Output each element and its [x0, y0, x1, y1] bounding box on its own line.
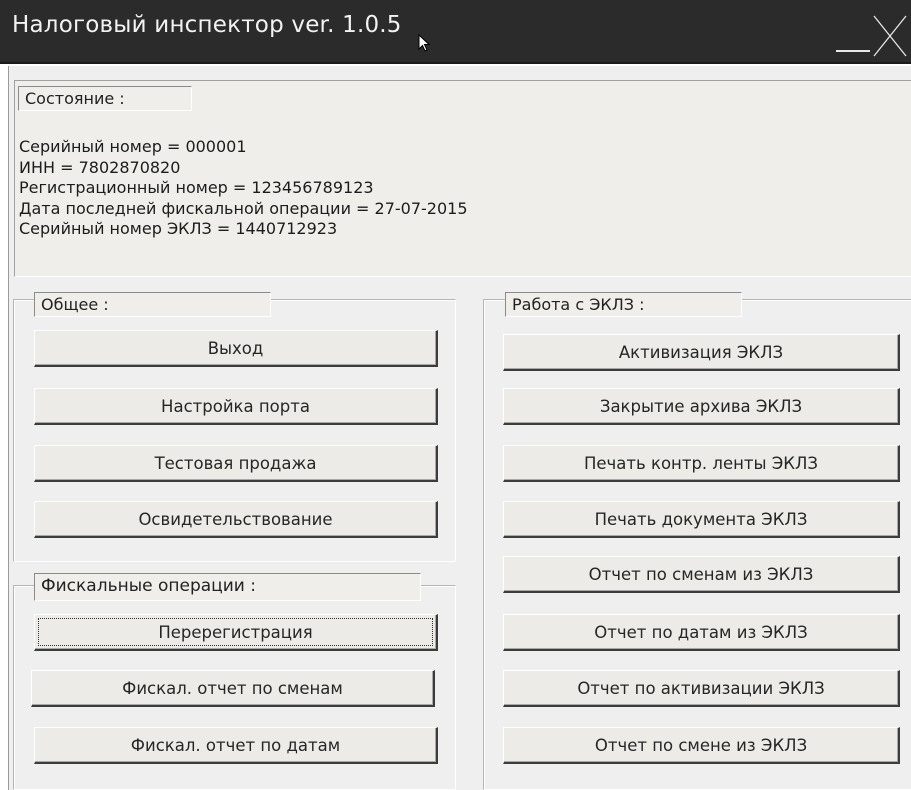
test-sale-button[interactable]: Тестовая продажа: [34, 445, 438, 482]
title-bar: Налоговый инспектор ver. 1.0.5: [0, 0, 911, 64]
eklz-archive-close-button[interactable]: Закрытие архива ЭКЛЗ: [503, 388, 900, 425]
eklz-serial-line: Серийный номер ЭКЛЗ = 1440712923: [19, 219, 338, 238]
exit-button[interactable]: Выход: [34, 330, 438, 367]
eklz-print-document-button[interactable]: Печать документа ЭКЛЗ: [503, 501, 900, 538]
fiscal-report-dates-button[interactable]: Фискал. отчет по датам: [34, 727, 438, 764]
eklz-report-shift-button[interactable]: Отчет по смене из ЭКЛЗ: [503, 727, 900, 764]
eklz-legend: Работа с ЭКЛЗ :: [505, 292, 742, 317]
status-panel: Состояние : Серийный номер = 000001 ИНН …: [14, 80, 911, 277]
certification-button[interactable]: Освидетельствование: [34, 501, 438, 538]
serial-number-line: Серийный номер = 000001: [19, 137, 247, 156]
eklz-group: [483, 299, 911, 790]
last-fiscal-date-line: Дата последней фискальной операции = 27-…: [19, 198, 468, 218]
main-window: Состояние : Серийный номер = 000001 ИНН …: [8, 66, 911, 790]
fiscal-legend: Фискальные операции :: [34, 573, 421, 601]
mouse-pointer-icon: [418, 34, 430, 52]
registration-number-line: Регистрационный номер = 123456789123: [19, 178, 374, 197]
focus-indicator: [38, 618, 433, 646]
status-lines: Серийный номер = 000001 ИНН = 7802870820…: [19, 137, 468, 240]
general-legend: Общее :: [34, 292, 271, 317]
minimize-icon[interactable]: [836, 50, 870, 52]
port-settings-button[interactable]: Настройка порта: [34, 388, 438, 425]
status-legend: Состояние :: [18, 86, 192, 111]
eklz-report-shifts-button[interactable]: Отчет по сменам из ЭКЛЗ: [503, 556, 900, 593]
eklz-report-activation-button[interactable]: Отчет по активизации ЭКЛЗ: [503, 670, 900, 707]
close-icon[interactable]: [872, 14, 908, 58]
eklz-activation-button[interactable]: Активизация ЭКЛЗ: [503, 334, 900, 371]
fiscal-report-shifts-button[interactable]: Фискал. отчет по сменам: [31, 670, 435, 707]
inn-line: ИНН = 7802870820: [19, 157, 181, 177]
eklz-control-tape-button[interactable]: Печать контр. ленты ЭКЛЗ: [503, 445, 900, 482]
eklz-report-dates-button[interactable]: Отчет по датам из ЭКЛЗ: [503, 614, 900, 651]
window-title: Налоговый инспектор ver. 1.0.5: [12, 12, 402, 38]
reregistration-button[interactable]: Перерегистрация: [34, 614, 438, 651]
